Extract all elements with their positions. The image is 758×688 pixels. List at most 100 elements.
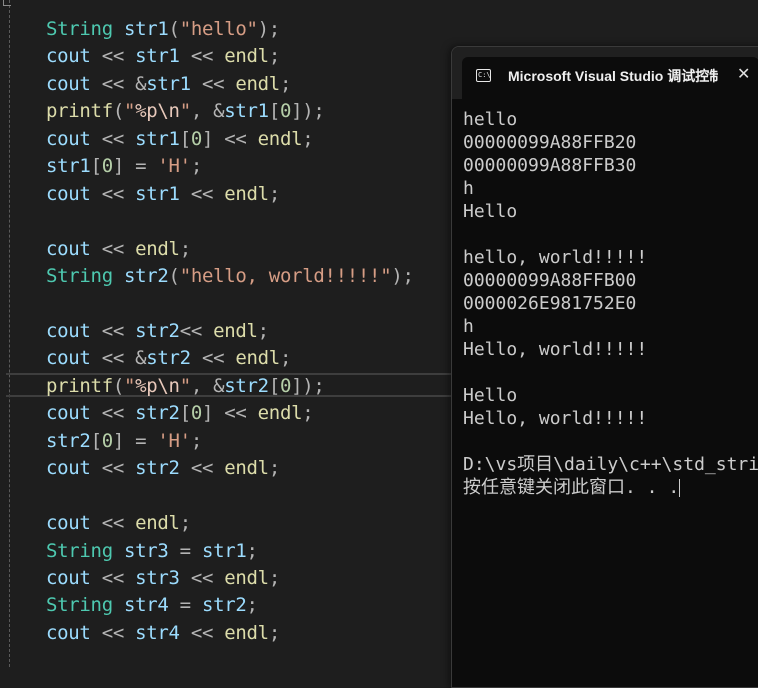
- code-token: %p\n: [135, 100, 180, 123]
- code-line[interactable]: cout << str4 << endl;: [46, 620, 280, 647]
- code-line[interactable]: cout << str2[0] << endl;: [46, 400, 314, 427]
- code-token: cout: [46, 72, 91, 95]
- code-line[interactable]: str2[0] = 'H';: [46, 428, 202, 455]
- code-token: str1: [123, 18, 169, 40]
- code-line[interactable]: cout << &str2 << endl;: [46, 345, 291, 372]
- code-token: %p\n: [135, 374, 180, 397]
- code-token: &: [135, 72, 147, 95]
- code-token: endl: [135, 512, 180, 535]
- code-line[interactable]: cout << endl;: [46, 510, 191, 537]
- code-token: str2: [46, 429, 91, 452]
- code-token: endl: [224, 567, 269, 589]
- code-token: =: [168, 594, 202, 617]
- console-output-line: 00000099A88FFB00: [463, 270, 637, 291]
- code-line[interactable]: cout << str2<< endl;: [46, 318, 269, 345]
- code-token: str1: [146, 72, 191, 95]
- code-token: ;: [279, 72, 292, 95]
- code-token: 0: [101, 429, 113, 452]
- code-token: cout: [46, 567, 91, 589]
- code-token: ;: [268, 621, 280, 644]
- code-token: str3: [135, 567, 180, 589]
- code-token: <<: [90, 127, 136, 150]
- console-titlebar[interactable]: C:\ Microsoft Visual Studio 调试控制台 ✕: [452, 47, 758, 99]
- code-token: ;: [246, 539, 258, 562]
- code-line[interactable]: cout << str1 << endl;: [46, 43, 280, 70]
- code-token: str2: [135, 457, 180, 480]
- code-token: [: [268, 374, 280, 397]
- code-token: cout: [46, 402, 91, 425]
- code-token: cout: [46, 347, 91, 370]
- code-token: ]: [201, 127, 214, 150]
- code-token: endl: [235, 347, 280, 370]
- console-output-line: h: [463, 178, 474, 199]
- code-token: str2: [135, 319, 180, 342]
- code-token: endl: [257, 127, 303, 150]
- code-token: <<: [90, 72, 136, 95]
- code-token: str4: [135, 621, 180, 644]
- console-output[interactable]: hello 00000099A88FFB20 00000099A88FFB30 h He…: [463, 108, 758, 499]
- code-line[interactable]: cout << &str1 << endl;: [46, 71, 291, 98]
- code-token: str2: [201, 594, 247, 617]
- code-line[interactable]: printf("%p\n", &str1[0]);: [46, 98, 325, 125]
- code-token: <<: [90, 457, 136, 480]
- code-token: ;: [190, 429, 202, 452]
- code-token: printf: [46, 374, 113, 397]
- code-line[interactable]: String str3 = str1;: [46, 538, 258, 565]
- fold-marker-icon[interactable]: [3, 0, 11, 6]
- code-token: <<: [213, 127, 258, 150]
- console-tab[interactable]: C:\ Microsoft Visual Studio 调试控制台 ✕: [462, 57, 758, 99]
- code-token: String: [46, 265, 113, 288]
- code-token: [: [179, 127, 191, 150]
- close-icon[interactable]: ✕: [737, 64, 750, 83]
- code-token: &: [213, 100, 225, 123]
- code-token: endl: [257, 402, 303, 425]
- code-token: cout: [46, 621, 91, 644]
- console-tab-title: Microsoft Visual Studio 调试控制台: [508, 68, 718, 84]
- code-token: endl: [224, 45, 269, 68]
- code-line[interactable]: cout << str1[0] << endl;: [46, 126, 314, 153]
- console-output-line: h: [463, 316, 474, 337]
- code-token: <<: [90, 402, 136, 425]
- code-token: <<: [90, 512, 136, 535]
- code-line[interactable]: cout << str2 << endl;: [46, 455, 280, 482]
- code-token: ;: [268, 567, 280, 589]
- code-token: ;: [179, 512, 191, 535]
- console-output-line: Hello, world!!!!!: [463, 339, 648, 360]
- code-token: String: [46, 594, 113, 617]
- code-line[interactable]: String str1("hello");: [46, 16, 280, 43]
- code-token: cout: [46, 457, 91, 480]
- console-output-line: 00000099A88FFB20: [463, 132, 637, 153]
- code-line[interactable]: cout << str1 << endl;: [46, 181, 280, 208]
- code-token: 0: [279, 374, 292, 397]
- code-token: =: [168, 539, 202, 562]
- code-token: String: [46, 539, 113, 562]
- code-line[interactable]: String str4 = str2;: [46, 592, 258, 619]
- code-token: str1: [201, 539, 247, 562]
- code-token: [: [268, 100, 280, 123]
- code-token: ]: [201, 402, 214, 425]
- code-token: <<: [179, 45, 225, 68]
- code-token: );: [391, 265, 414, 288]
- debug-console-window[interactable]: C:\ Microsoft Visual Studio 调试控制台 ✕ hell…: [451, 46, 758, 688]
- code-token: "hello": [179, 18, 258, 40]
- code-token: ;: [246, 594, 258, 617]
- console-output-line: hello, world!!!!!: [463, 247, 648, 268]
- indent-guide: [9, 0, 10, 667]
- code-line[interactable]: printf("%p\n", &str2[0]);: [46, 373, 325, 400]
- code-token: ]: [112, 155, 124, 178]
- console-output-line: Hello: [463, 201, 518, 222]
- code-line[interactable]: cout << str3 << endl;: [46, 565, 280, 592]
- code-token: <<: [179, 621, 225, 644]
- code-token: 0: [279, 100, 292, 123]
- code-line[interactable]: cout << endl;: [46, 236, 191, 263]
- console-output-line: D:\vs项目\daily\c++\std_string: [463, 454, 758, 475]
- code-token: ;: [302, 402, 314, 425]
- code-token: <<: [90, 237, 136, 260]
- code-line[interactable]: String str2("hello, world!!!!!");: [46, 263, 414, 290]
- code-token: str1: [135, 127, 180, 150]
- code-token: printf: [46, 100, 113, 123]
- code-token: <<: [179, 319, 214, 342]
- code-token: (: [168, 18, 180, 40]
- code-line[interactable]: str1[0] = 'H';: [46, 153, 202, 180]
